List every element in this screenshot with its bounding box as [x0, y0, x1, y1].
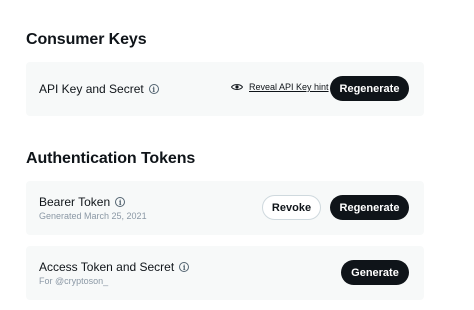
- api-key-card: API Key and Secret i Reveal API Key hint…: [26, 62, 424, 116]
- revoke-bearer-token-button[interactable]: Revoke: [262, 195, 321, 220]
- access-token-for-user: For @cryptoson_: [39, 276, 109, 286]
- authentication-tokens-heading: Authentication Tokens: [26, 150, 196, 167]
- consumer-keys-heading: Consumer Keys: [26, 31, 147, 48]
- bearer-token-card: Bearer Token i Generated March 25, 2021 …: [26, 181, 424, 235]
- access-token-label-row: Access Token and Secret i: [39, 260, 190, 274]
- bearer-token-generated-date: Generated March 25, 2021: [39, 211, 147, 221]
- eye-icon: [231, 84, 243, 90]
- access-token-card: Access Token and Secret i For @cryptoson…: [26, 246, 424, 300]
- access-token-label: Access Token and Secret: [39, 260, 175, 274]
- api-key-label: API Key and Secret: [39, 82, 144, 96]
- reveal-api-key-hint-text[interactable]: Reveal API Key hint: [249, 82, 329, 92]
- reveal-api-key-hint-link[interactable]: Reveal API Key hint: [231, 82, 329, 92]
- generate-access-token-button[interactable]: Generate: [341, 260, 409, 285]
- info-icon[interactable]: i: [115, 197, 126, 207]
- info-icon[interactable]: i: [148, 84, 159, 94]
- regenerate-api-key-button[interactable]: Regenerate: [330, 76, 409, 101]
- regenerate-bearer-token-button[interactable]: Regenerate: [330, 195, 409, 220]
- bearer-token-label-row: Bearer Token i: [39, 195, 126, 209]
- bearer-token-label: Bearer Token: [39, 195, 111, 209]
- info-icon[interactable]: i: [179, 262, 190, 272]
- api-key-label-row: API Key and Secret i: [39, 82, 159, 96]
